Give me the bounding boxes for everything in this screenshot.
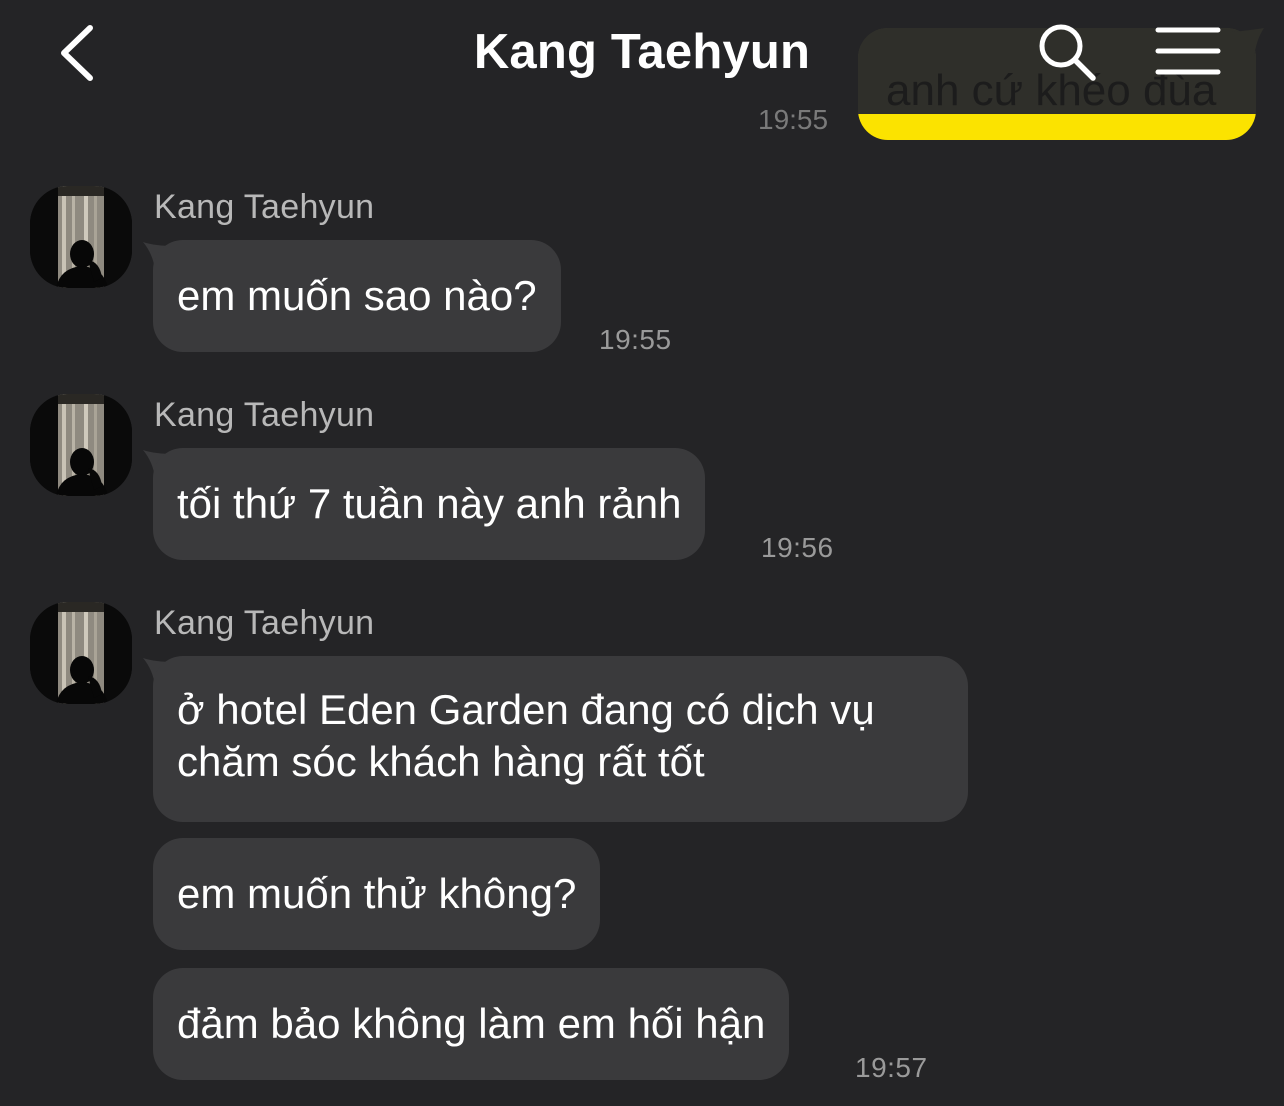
avatar[interactable] [30, 394, 132, 496]
avatar[interactable] [30, 602, 132, 704]
avatar[interactable] [30, 186, 132, 288]
avatar-silhouette-icon [30, 394, 132, 496]
menu-button[interactable] [1154, 24, 1224, 80]
message-timestamp: 19:55 [599, 324, 672, 355]
incoming-message-bubble[interactable]: ở hotel Eden Garden đang có dịch vụ chăm… [153, 656, 968, 822]
message-text: em muốn thử không? [177, 870, 577, 917]
message-timestamp: 19:56 [761, 532, 834, 563]
message-timestamp: 19:57 [855, 1052, 928, 1083]
message-text: đảm bảo không làm em hối hận [177, 1000, 766, 1047]
incoming-message-bubble[interactable]: em muốn sao nào? [153, 240, 561, 352]
incoming-message-bubble[interactable]: tối thứ 7 tuần này anh rảnh [153, 448, 706, 560]
menu-icon [1155, 27, 1221, 75]
message-text: em muốn sao nào? [177, 272, 537, 319]
incoming-message-bubble[interactable]: đảm bảo không làm em hối hận [153, 968, 790, 1080]
sender-name: Kang Taehyun [154, 188, 375, 226]
avatar-silhouette-icon [30, 186, 132, 288]
sender-name: Kang Taehyun [154, 396, 375, 434]
avatar-silhouette-icon [30, 602, 132, 704]
incoming-message-bubble[interactable]: em muốn thử không? [153, 838, 601, 950]
search-icon [1039, 24, 1096, 81]
chat-header: Kang Taehyun [0, 0, 1284, 110]
search-button[interactable] [1035, 20, 1099, 84]
message-text: ở hotel Eden Garden đang có dịch vụ chăm… [177, 686, 875, 785]
message-text: tối thứ 7 tuần này anh rảnh [177, 480, 682, 527]
sender-name: Kang Taehyun [154, 604, 375, 642]
